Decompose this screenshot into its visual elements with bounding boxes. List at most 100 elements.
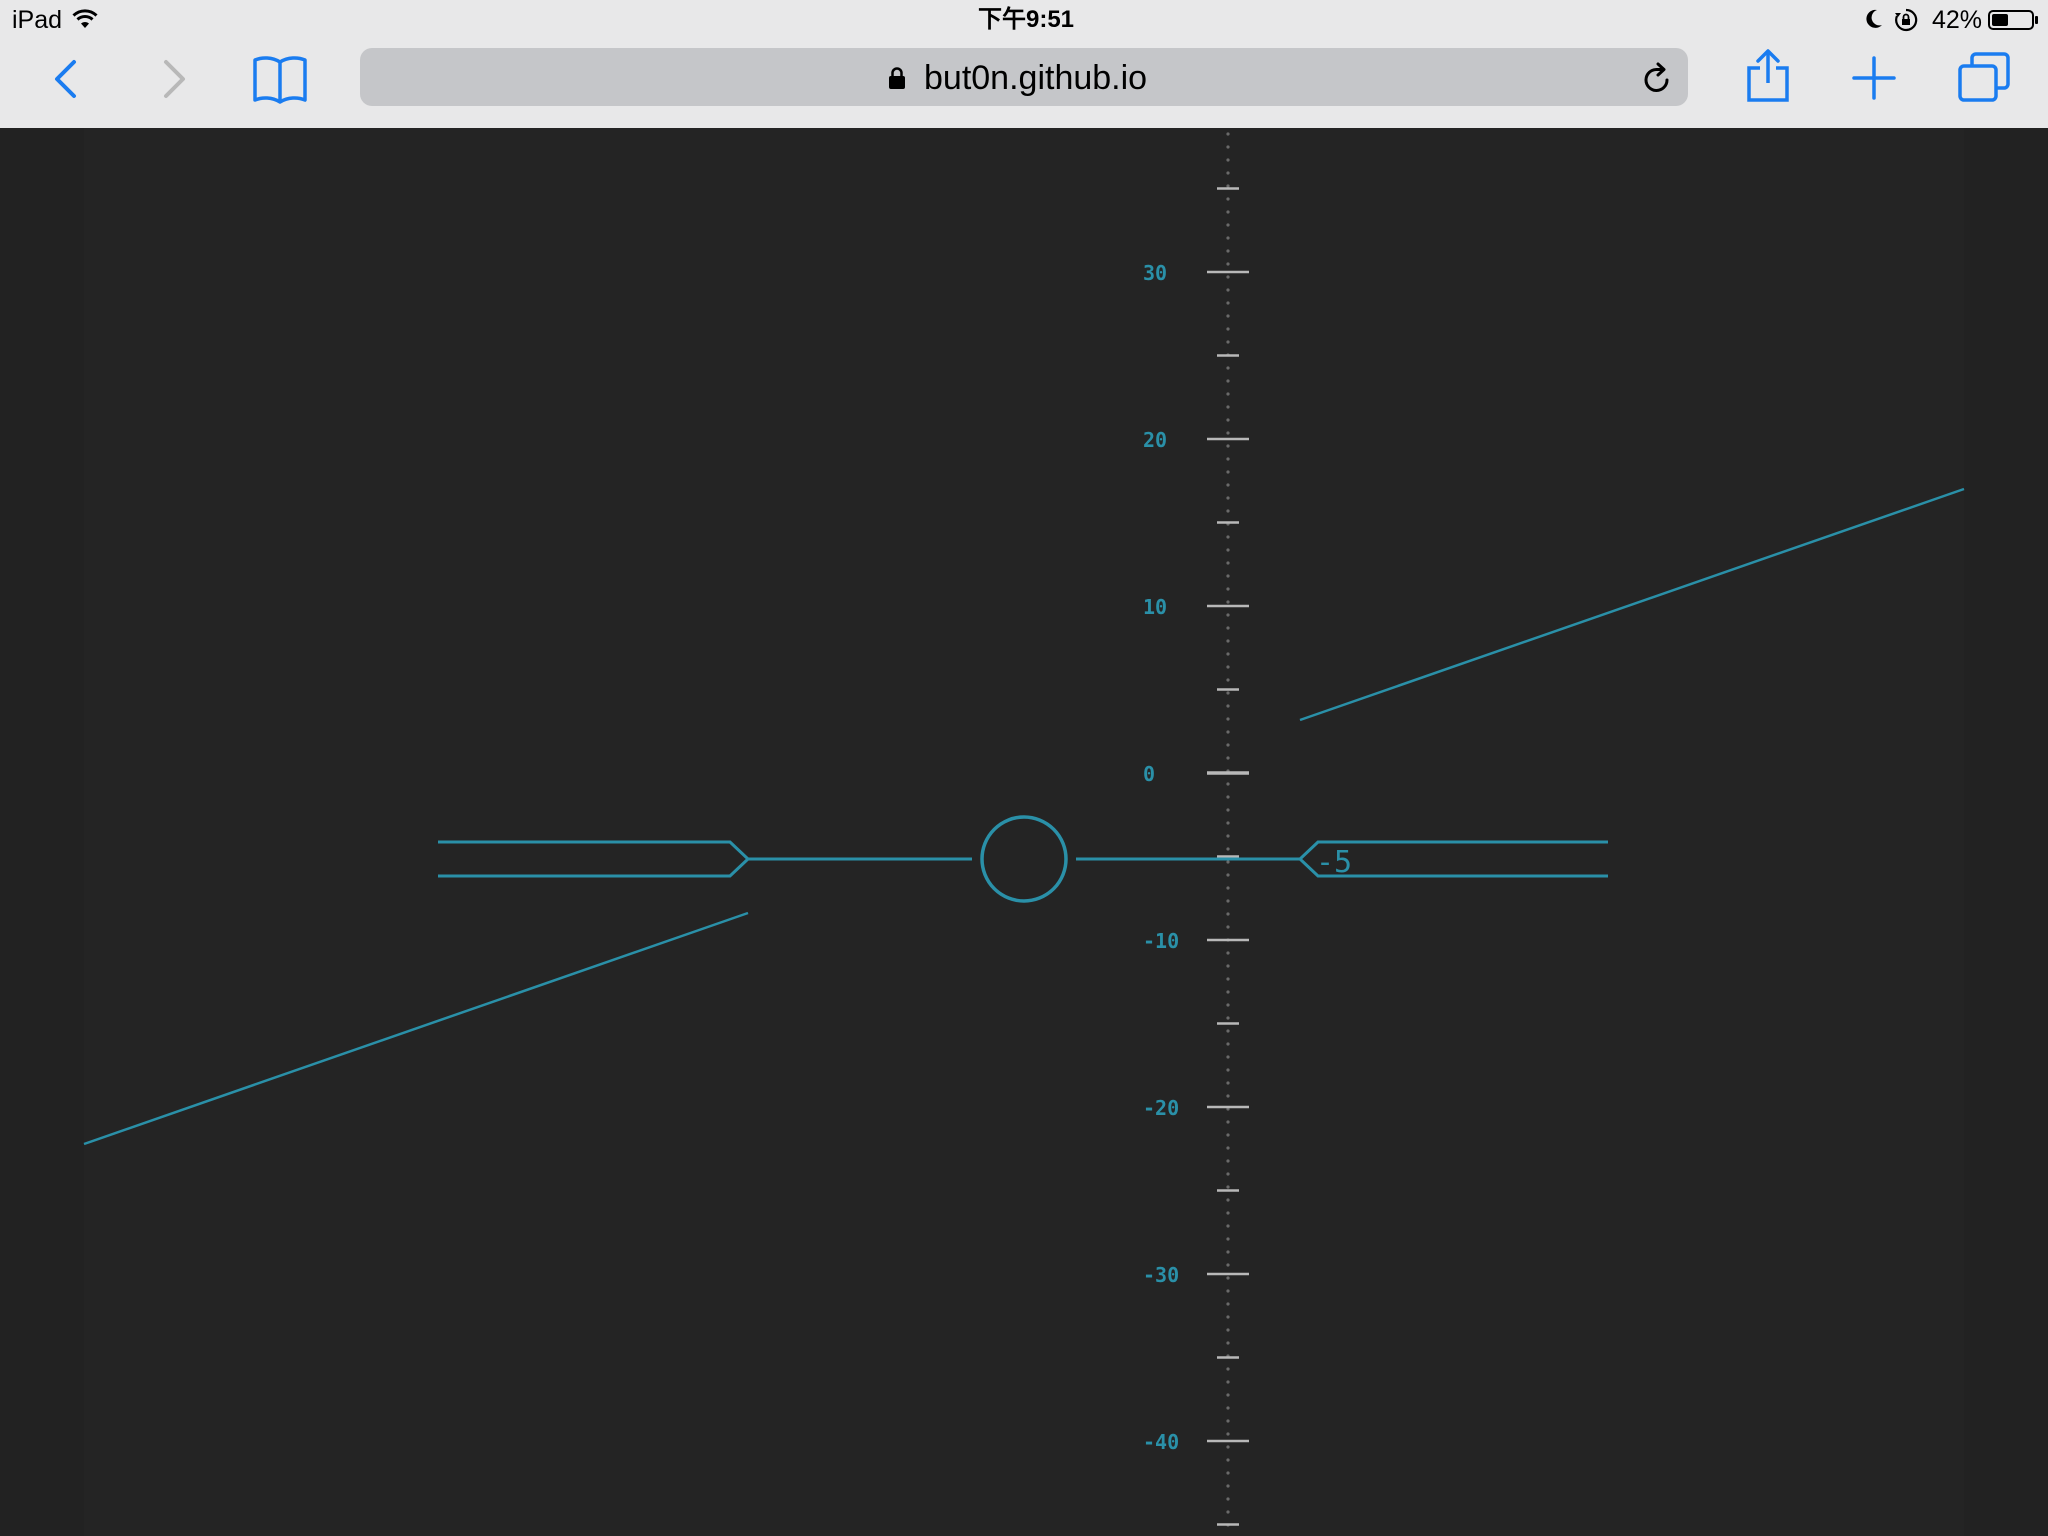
ladder-dot [1226, 1146, 1230, 1150]
ladder-dot [1226, 132, 1230, 136]
ladder-dot [1226, 743, 1230, 747]
ladder-dot [1226, 548, 1230, 552]
bookmarks-icon[interactable] [252, 54, 308, 106]
device-name: iPad [12, 6, 63, 34]
ladder-dot [1226, 665, 1230, 669]
ladder-dot [1226, 1224, 1230, 1228]
ladder-dot [1226, 1263, 1230, 1267]
ladder-dot [1226, 860, 1230, 864]
ladder-dot [1226, 327, 1230, 331]
ladder-dot [1226, 756, 1230, 760]
ladder-dot [1226, 1497, 1230, 1501]
ladder-dot [1226, 626, 1230, 630]
ladder-dot [1226, 366, 1230, 370]
ladder-dot [1226, 678, 1230, 682]
ladder-dot [1226, 652, 1230, 656]
status-bar: iPad 下午9:51 42% [0, 0, 2048, 40]
ladder-dot [1226, 262, 1230, 266]
ladder-dot [1226, 1289, 1230, 1293]
ladder-dot [1226, 964, 1230, 968]
ladder-dot [1226, 184, 1230, 188]
url-text[interactable]: but0n.github.io [924, 56, 1147, 100]
ladder-dot [1226, 288, 1230, 292]
ladder-dot [1226, 405, 1230, 409]
ladder-dot [1226, 925, 1230, 929]
ladder-dot [1226, 314, 1230, 318]
ladder-dot [1226, 795, 1230, 799]
ladder-dot [1226, 483, 1230, 487]
rotation-lock-icon [1894, 8, 1918, 32]
ladder-dot [1226, 1159, 1230, 1163]
ladder-dot [1226, 171, 1230, 175]
ladder-dot [1226, 1484, 1230, 1488]
ladder-dot [1226, 1042, 1230, 1046]
pitch-tick-label: -10 [1143, 929, 1179, 953]
ladder-dot [1226, 340, 1230, 344]
ladder-dot [1226, 431, 1230, 435]
ladder-dot [1226, 912, 1230, 916]
pitch-tick-label: 20 [1143, 428, 1167, 452]
ladder-dot [1226, 847, 1230, 851]
ladder-dot [1226, 1198, 1230, 1202]
ladder-dot [1226, 1237, 1230, 1241]
ladder-dot [1226, 704, 1230, 708]
forward-icon[interactable] [162, 58, 188, 100]
ladder-dot [1226, 509, 1230, 513]
ladder-dot [1226, 1393, 1230, 1397]
ladder-dot [1226, 886, 1230, 890]
ladder-dot [1226, 1133, 1230, 1137]
ladder-dot [1226, 1315, 1230, 1319]
ladder-dot [1226, 717, 1230, 721]
ladder-dot [1226, 535, 1230, 539]
ladder-dot [1226, 1419, 1230, 1423]
ladder-dot [1226, 639, 1230, 643]
ladder-dot [1226, 1341, 1230, 1345]
ladder-dot [1226, 236, 1230, 240]
ladder-dot [1226, 977, 1230, 981]
ladder-dot [1226, 782, 1230, 786]
ladder-dot [1226, 834, 1230, 838]
clock: 下午9:51 [978, 6, 1075, 33]
tabs-icon[interactable] [1958, 52, 2010, 102]
ladder-dot [1226, 808, 1230, 812]
share-icon[interactable] [1746, 48, 1790, 102]
ladder-dot [1226, 210, 1230, 214]
pitch-tick-label: -30 [1143, 1263, 1179, 1287]
ladder-dot [1226, 1471, 1230, 1475]
ladder-dot [1226, 1185, 1230, 1189]
moon-icon [1864, 8, 1884, 30]
wifi-icon [72, 8, 98, 30]
aircraft-reticle [980, 815, 1068, 903]
ladder-dot [1226, 1510, 1230, 1514]
ladder-dot [1226, 1068, 1230, 1072]
battery-icon [1988, 10, 2040, 30]
new-tab-icon[interactable] [1852, 56, 1896, 100]
ladder-dot [1226, 470, 1230, 474]
ladder-dot [1226, 1094, 1230, 1098]
ladder-dot [1226, 600, 1230, 604]
flight-hud: 30 20 10 0 -10 -20 -30 -40 -5 [83, 132, 1965, 1527]
ladder-dot [1226, 1367, 1230, 1371]
pitch-tick-label: 30 [1143, 261, 1167, 285]
ladder-dot [1226, 444, 1230, 448]
ladder-dot [1226, 1016, 1230, 1020]
back-icon[interactable] [52, 58, 78, 100]
ladder-dot [1226, 821, 1230, 825]
ladder-dot [1226, 496, 1230, 500]
ladder-dot [1226, 1211, 1230, 1215]
ladder-dot [1226, 145, 1230, 149]
pitch-tick-label: -20 [1143, 1096, 1179, 1120]
ladder-dot [1226, 1120, 1230, 1124]
ladder-dot [1226, 1445, 1230, 1449]
pitch-tick-label: -40 [1143, 1430, 1179, 1454]
pitch-ladder-dots [1226, 132, 1230, 1527]
ladder-dot [1226, 1029, 1230, 1033]
ladder-dot [1226, 301, 1230, 305]
ladder-dot [1226, 457, 1230, 461]
ladder-dot [1226, 873, 1230, 877]
ladder-dot [1226, 1081, 1230, 1085]
horizon-line-right [1299, 487, 1965, 722]
battery-percent: 42% [1932, 6, 1983, 34]
reload-icon[interactable] [1642, 62, 1672, 94]
ladder-dot [1226, 197, 1230, 201]
